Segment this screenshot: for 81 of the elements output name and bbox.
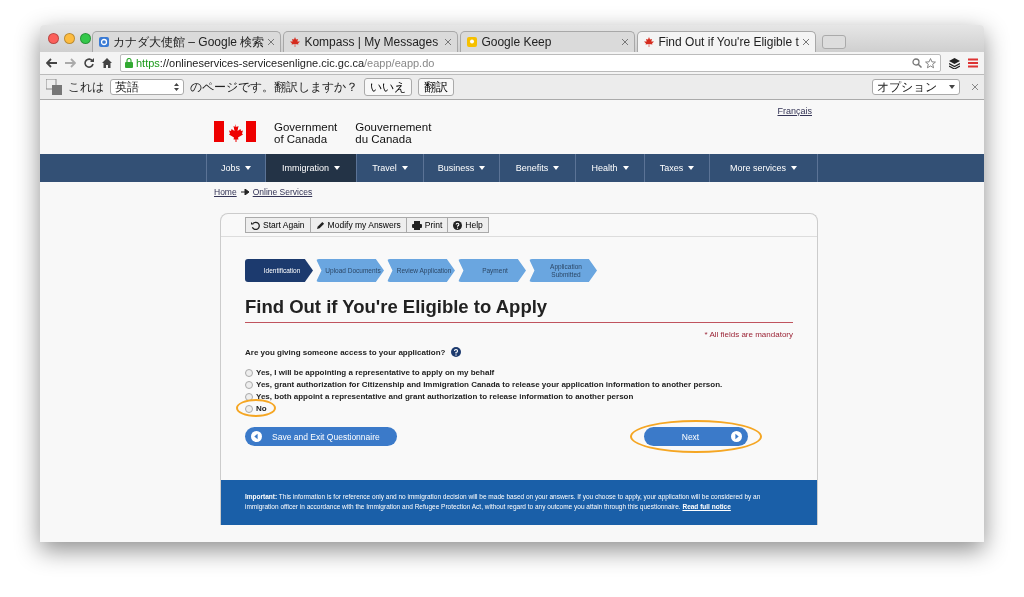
breadcrumb-link[interactable]: Online Services: [252, 187, 313, 197]
nav-item[interactable]: Immigration: [265, 154, 356, 182]
maple-leaf-icon: [644, 37, 655, 47]
zoom-icon[interactable]: [80, 33, 91, 44]
signature-french: Gouvernement du Canada: [355, 121, 432, 145]
toolbar-button[interactable]: Modify my Answers: [309, 217, 407, 233]
options-select[interactable]: オプション: [872, 79, 960, 95]
option-label: Yes, grant authorization for Citizenship and Immigration Canada to release your application information to another person.: [256, 380, 723, 389]
home-icon[interactable]: [102, 58, 112, 68]
search-icon[interactable]: [912, 58, 922, 68]
nav-item[interactable]: Taxes: [644, 154, 709, 182]
option-label: No: [256, 404, 267, 413]
toolbar-button[interactable]: Print: [405, 217, 449, 233]
lock-icon: [125, 58, 133, 68]
menu-icon[interactable]: [968, 58, 978, 68]
minimize-icon[interactable]: [64, 33, 75, 44]
close-icon[interactable]: [622, 39, 629, 45]
nav-item[interactable]: Business: [423, 154, 499, 182]
browser-tab[interactable]: Find Out if You're Eligible t: [637, 31, 816, 52]
canada-flag-icon: [214, 121, 256, 142]
translate-button[interactable]: 翻訳: [418, 78, 454, 96]
star-icon[interactable]: [925, 57, 936, 69]
toolbar-button[interactable]: Start Again: [245, 217, 311, 233]
nav-item[interactable]: Benefits: [499, 154, 575, 182]
pencil-icon: [315, 220, 325, 230]
next-button[interactable]: Next: [644, 427, 748, 446]
updown-icon: [174, 83, 179, 91]
address-field[interactable]: https://onlineservices-servicesenligne.cic.gc.ca/eapp/eapp.do: [120, 54, 941, 72]
nav-item[interactable]: More services: [709, 154, 818, 182]
radio-button[interactable]: [245, 368, 253, 377]
reload-icon[interactable]: [84, 58, 94, 68]
arrow-icon: [240, 189, 249, 195]
option-label: Yes, both appoint a representative and grant authorization to release information to another person: [256, 392, 634, 401]
help-icon: [453, 220, 463, 230]
caret-icon: [622, 166, 629, 170]
layers-icon[interactable]: [949, 57, 960, 69]
forward-icon[interactable]: [65, 58, 76, 68]
translate-prompt: これは: [68, 78, 104, 96]
bulb-icon: [467, 37, 478, 47]
translate-question: のページです。翻訳しますか？: [190, 78, 358, 96]
undo-icon: [251, 220, 260, 230]
nav-item[interactable]: Travel: [356, 154, 423, 182]
close-icon[interactable]: [445, 39, 452, 45]
close-icon[interactable]: [802, 39, 809, 45]
caret-icon: [245, 166, 251, 170]
new-tab-button[interactable]: [821, 35, 846, 49]
browser-tab[interactable]: カナダ大使館 – Google 検索: [92, 31, 282, 52]
translate-icon: [46, 79, 62, 95]
save-exit-button[interactable]: Save and Exit Questionnaire: [245, 427, 397, 446]
back-icon: [251, 431, 262, 442]
option-label: Yes, I will be appointing a representative to apply on my behalf: [256, 368, 495, 377]
mandatory-note: * All fields are mandatory: [703, 330, 793, 339]
language-select[interactable]: 英語: [110, 79, 184, 95]
radio-button[interactable]: [245, 380, 253, 389]
printer-icon: [411, 220, 422, 230]
toolbar-button[interactable]: Help: [447, 217, 489, 233]
forward-icon: [731, 431, 742, 442]
nav-item[interactable]: Health: [575, 154, 644, 182]
browser-tab[interactable]: Kompass | My Messages: [283, 31, 459, 52]
back-icon[interactable]: [46, 58, 57, 68]
close-icon[interactable]: [268, 39, 275, 45]
caret-icon: [949, 85, 955, 89]
caret-icon: [334, 166, 340, 170]
caret-icon: [553, 166, 560, 170]
breadcrumb-link[interactable]: Home: [214, 187, 237, 197]
g-icon: [99, 37, 109, 47]
maple-leaf-icon: [290, 37, 301, 47]
radio-button[interactable]: [245, 404, 253, 413]
close-icon[interactable]: [972, 84, 978, 90]
browser-tab[interactable]: Google Keep: [460, 31, 636, 52]
translate-button[interactable]: いいえ: [364, 78, 412, 96]
caret-icon: [688, 166, 695, 170]
caret-icon: [479, 166, 486, 170]
question-text: Are you giving someone access to your application?: [245, 347, 446, 357]
radio-button[interactable]: [245, 392, 253, 401]
language-link[interactable]: Français: [777, 106, 812, 116]
page-title: Find Out if You're Eligible to Apply: [245, 296, 793, 323]
signature-english: Government of Canada: [274, 121, 338, 145]
caret-icon: [401, 166, 408, 170]
help-icon[interactable]: [450, 347, 461, 357]
caret-icon: [791, 166, 797, 170]
